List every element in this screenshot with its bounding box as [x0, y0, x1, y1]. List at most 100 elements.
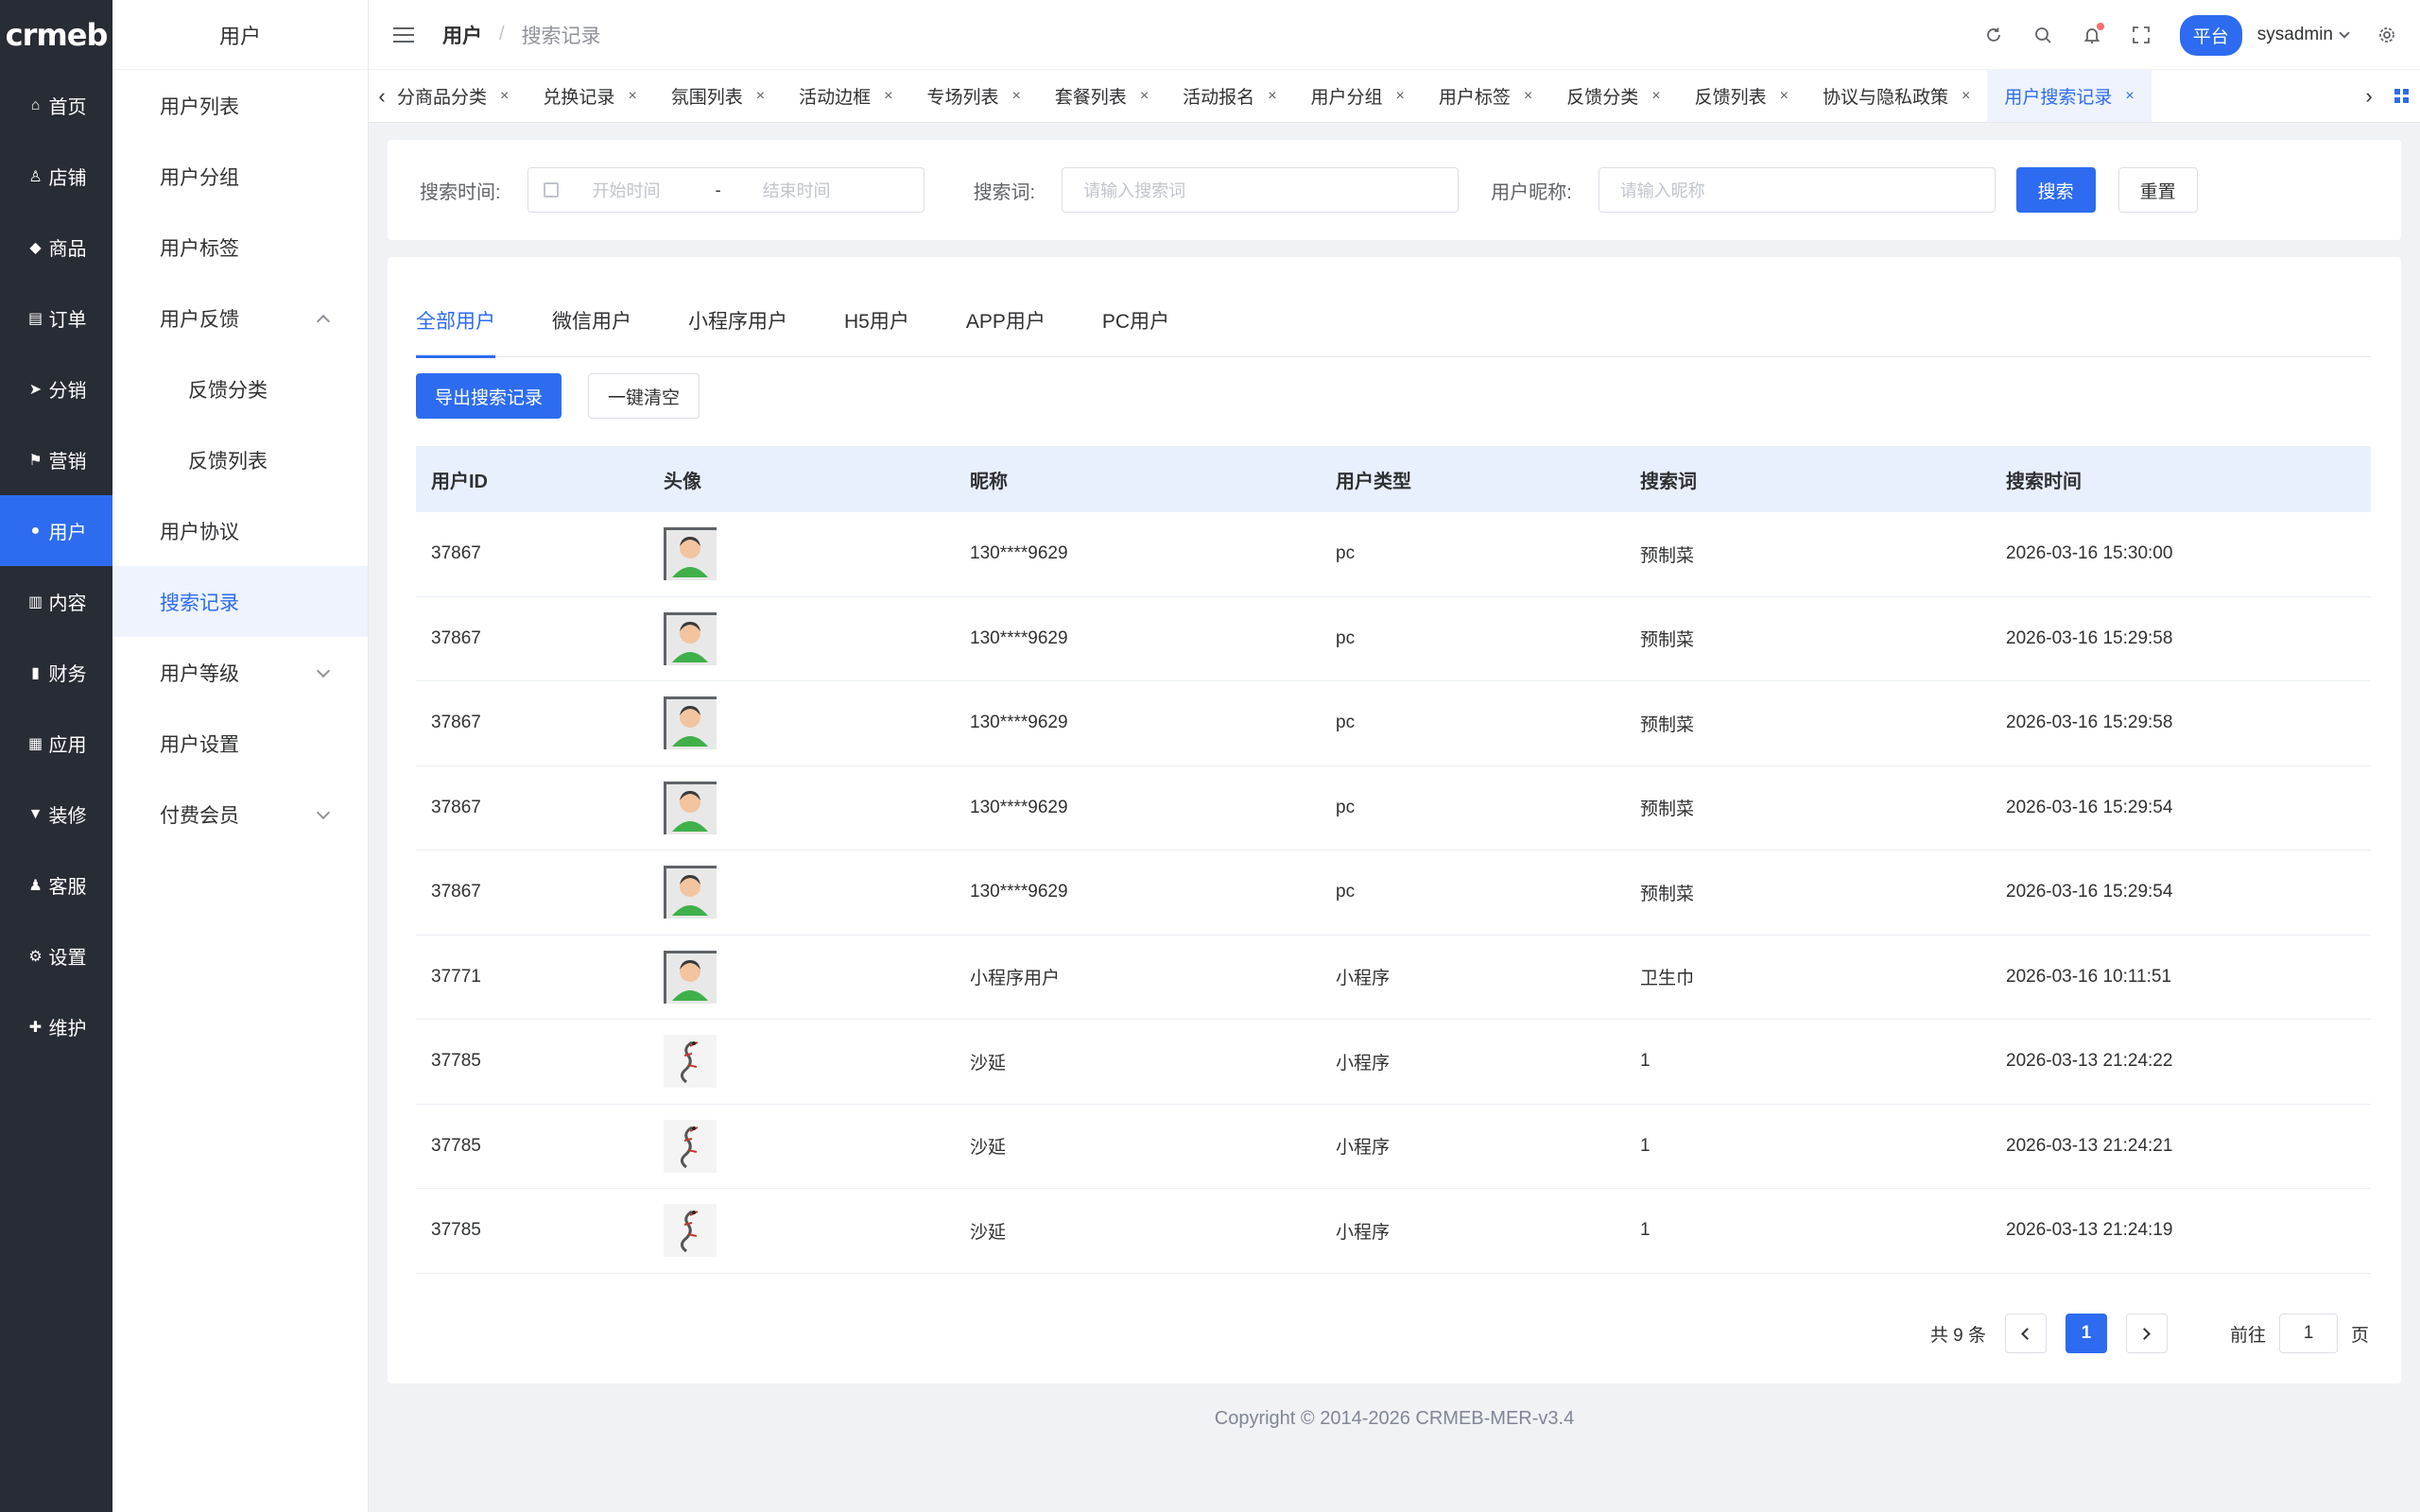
user-menu[interactable]: sysadmin: [2257, 25, 2350, 45]
copyright-footer: Copyright © 2014-2026 CRMEB-MER-v3.4: [1214, 1408, 1575, 1429]
reset-button[interactable]: 重置: [2118, 167, 2198, 213]
submenu-item-6[interactable]: 用户协议: [112, 495, 368, 566]
user-type-tab-4[interactable]: APP用户: [966, 299, 1046, 357]
prev-page-button[interactable]: [2004, 1314, 2047, 1353]
close-icon[interactable]: ×: [756, 88, 765, 105]
tag-tab-10[interactable]: 反馈列表 ×: [1678, 70, 1806, 122]
rail-item-7[interactable]: ▥ 内容: [0, 566, 112, 637]
export-button[interactable]: 导出搜索记录: [416, 373, 562, 419]
tabs-scroll-left-icon[interactable]: ‹: [369, 84, 395, 109]
rail-item-6[interactable]: ● 用户: [0, 495, 112, 566]
page-number-1[interactable]: 1: [2065, 1314, 2107, 1353]
rail-item-8[interactable]: ▮ 财务: [0, 637, 112, 708]
tag-tab-12[interactable]: 用户搜索记录 ×: [1987, 70, 2152, 122]
cell-time: 2026-03-13 21:24:19: [2006, 1220, 2173, 1241]
close-icon[interactable]: ×: [500, 88, 509, 105]
close-icon[interactable]: ×: [1651, 88, 1660, 105]
close-icon[interactable]: ×: [1396, 88, 1405, 105]
rail-item-0[interactable]: ⌂ 首页: [0, 70, 112, 141]
tag-tab-3[interactable]: 活动边框 ×: [782, 70, 909, 122]
close-icon[interactable]: ×: [1140, 88, 1149, 105]
submenu-item-0[interactable]: 用户列表: [112, 70, 368, 141]
close-icon[interactable]: ×: [1962, 88, 1970, 105]
tag-tab-6[interactable]: 活动报名 ×: [1166, 70, 1293, 122]
close-icon[interactable]: ×: [1524, 88, 1532, 105]
tag-tab-4[interactable]: 专场列表 ×: [909, 70, 1037, 122]
close-icon[interactable]: ×: [1268, 88, 1276, 105]
tag-tab-0[interactable]: 分商品分类 ×: [395, 70, 526, 122]
rail-item-13[interactable]: ✚ 维护: [0, 991, 112, 1062]
tag-tab-label: 用户分组: [1310, 88, 1383, 108]
table-row: 37867 130****9629 pc 预制菜 2026-03-16 15:29:58: [416, 681, 2371, 766]
search-button[interactable]: 搜索: [2015, 167, 2096, 213]
user-type-tab-3[interactable]: H5用户: [844, 299, 909, 357]
platform-button[interactable]: 平台: [2179, 14, 2242, 56]
rail-item-3[interactable]: ▤ 订单: [0, 283, 112, 353]
submenu-item-8[interactable]: 用户等级: [112, 637, 368, 708]
submenu-item-10[interactable]: 付费会员: [112, 779, 368, 850]
brand-logo[interactable]: crmeb: [0, 0, 112, 70]
submenu-item-3[interactable]: 用户反馈: [112, 283, 368, 353]
rail-item-10[interactable]: ▼ 装修: [0, 779, 112, 850]
user-type-tab-2[interactable]: 小程序用户: [688, 299, 787, 357]
rail-item-11[interactable]: ♟ 客服: [0, 850, 112, 920]
rail-item-1[interactable]: ♙ 店铺: [0, 141, 112, 212]
user-type-tab-0[interactable]: 全部用户: [416, 299, 495, 358]
submenu-item-2[interactable]: 用户标签: [112, 212, 368, 283]
tag-tab-5[interactable]: 套餐列表 ×: [1038, 70, 1166, 122]
tag-tab-11[interactable]: 协议与隐私政策 ×: [1806, 70, 1987, 122]
user-type-tab-1[interactable]: 微信用户: [552, 299, 631, 357]
chevron-up-icon: [316, 314, 331, 328]
cell-time: 2026-03-13 21:24:22: [2006, 1051, 2173, 1072]
apps-icon: ▦: [27, 735, 43, 752]
date-range-picker[interactable]: 开始时间 - 结束时间: [527, 167, 925, 213]
tag-tab-9[interactable]: 反馈分类 ×: [1549, 70, 1677, 122]
close-icon[interactable]: ×: [2125, 88, 2134, 105]
search-icon[interactable]: [2032, 25, 2053, 45]
end-time-input[interactable]: 结束时间: [763, 178, 831, 202]
tag-tab-2[interactable]: 氛围列表 ×: [654, 70, 782, 122]
submenu-item-label: 用户分组: [160, 166, 239, 189]
next-page-button[interactable]: [2125, 1314, 2168, 1353]
submenu-item-5[interactable]: 反馈列表: [112, 424, 368, 495]
clear-all-button[interactable]: 一键清空: [588, 373, 700, 419]
rail-item-5[interactable]: ⚑ 营销: [0, 424, 112, 495]
close-icon[interactable]: ×: [1011, 88, 1020, 105]
close-icon[interactable]: ×: [884, 88, 892, 105]
tag-tab-1[interactable]: 兑换记录 ×: [526, 70, 653, 122]
rail-item-12[interactable]: ⚙ 设置: [0, 920, 112, 991]
cell-time: 2026-03-16 10:11:51: [2006, 966, 2172, 987]
tag-tab-8[interactable]: 用户标签 ×: [1422, 70, 1549, 122]
dragon-avatar-icon: [664, 1204, 970, 1258]
tag-tab-7[interactable]: 用户分组 ×: [1294, 70, 1422, 122]
submenu-item-4[interactable]: 反馈分类: [112, 353, 368, 424]
rail-item-9[interactable]: ▦ 应用: [0, 708, 112, 779]
settings-icon[interactable]: [2377, 25, 2397, 45]
cell-type: 小程序: [1336, 1222, 1391, 1243]
submenu-item-1[interactable]: 用户分组: [112, 141, 368, 212]
tabs-scroll-right-icon[interactable]: ›: [2356, 84, 2382, 109]
rail-item-4[interactable]: ➤ 分销: [0, 353, 112, 424]
cell-keyword: 预制菜: [1640, 884, 1695, 904]
goto-page-input[interactable]: 1: [2278, 1314, 2338, 1353]
submenu-item-7[interactable]: 搜索记录: [112, 566, 368, 637]
refresh-icon[interactable]: [1983, 25, 2004, 45]
order-icon: ▤: [27, 310, 43, 327]
nickname-input[interactable]: 请输入昵称: [1598, 167, 1996, 213]
user-type-tab-5[interactable]: PC用户: [1102, 299, 1169, 357]
close-icon[interactable]: ×: [628, 88, 636, 105]
collapse-menu-icon[interactable]: [393, 26, 414, 43]
start-time-input[interactable]: 开始时间: [593, 178, 716, 202]
bell-icon[interactable]: [2082, 23, 2104, 45]
breadcrumb-parent[interactable]: 用户: [442, 21, 482, 49]
tag-tab-label: 用户标签: [1438, 88, 1511, 108]
chevron-right-icon: [2138, 1327, 2152, 1340]
close-icon[interactable]: ×: [1780, 88, 1789, 105]
chevron-left-icon: [2021, 1327, 2034, 1340]
keyword-input[interactable]: 请输入搜索词: [1062, 167, 1460, 213]
rail-item-label: 维护: [48, 1019, 87, 1040]
tabs-menu-icon[interactable]: [2382, 89, 2420, 103]
submenu-item-9[interactable]: 用户设置: [112, 708, 368, 779]
rail-item-2[interactable]: ◆ 商品: [0, 212, 112, 283]
fullscreen-icon[interactable]: [2131, 25, 2152, 45]
